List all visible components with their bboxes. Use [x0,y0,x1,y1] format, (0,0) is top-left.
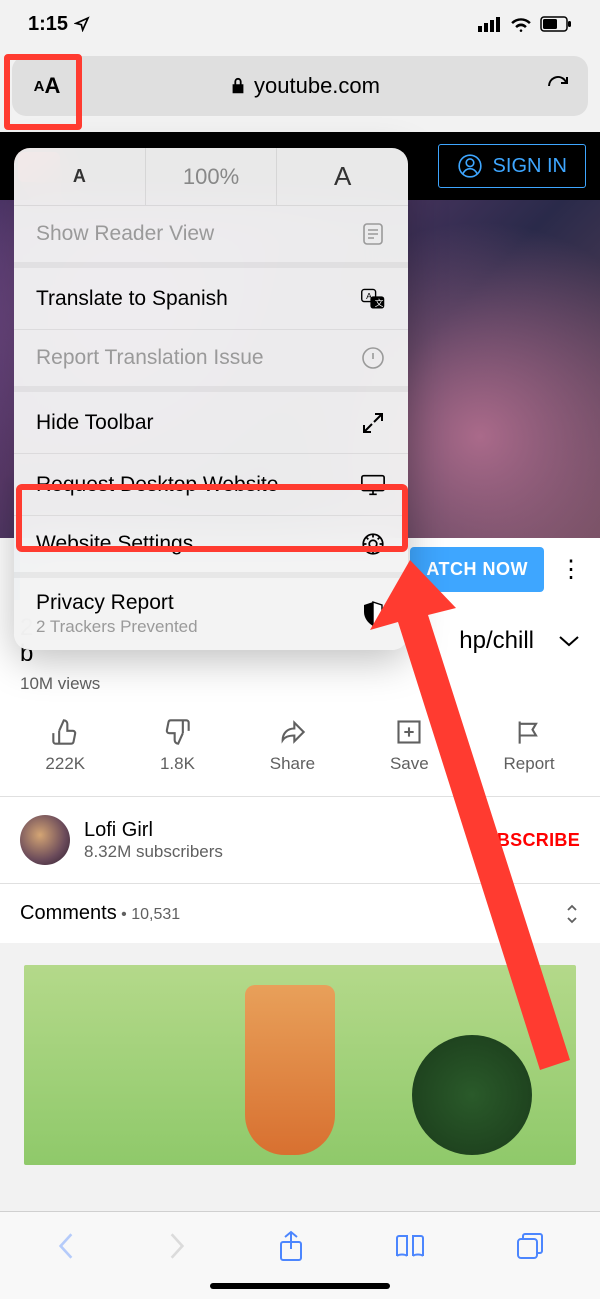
thumb-down-icon [163,718,191,746]
zoom-row: A 100% A [14,148,408,206]
menu-privacy-report[interactable]: Privacy Report 2 Trackers Prevented [14,578,408,650]
channel-name: Lofi Girl [84,819,223,842]
shield-icon [360,601,386,627]
tabs-button[interactable] [515,1231,545,1261]
dislike-button[interactable]: 1.8K [160,718,195,774]
share-button-toolbar[interactable] [278,1230,304,1262]
url-domain[interactable]: youtube.com [82,73,528,99]
report-button[interactable]: Report [504,718,555,774]
save-icon [395,718,423,746]
reload-button[interactable] [528,74,588,98]
menu-translate[interactable]: Translate to Spanish A文 [14,268,408,330]
sign-in-button[interactable]: SIGN IN [438,144,586,188]
expand-icon [360,410,386,436]
page-settings-popup: A 100% A Show Reader View Translate to S… [14,148,408,650]
flag-icon [515,718,543,746]
url-bar[interactable]: AA youtube.com [12,56,588,116]
lock-icon [230,77,246,95]
signal-icon [478,16,502,32]
forward-button [166,1231,188,1261]
menu-report-translation: Report Translation Issue [14,330,408,392]
translate-icon: A文 [360,286,386,312]
back-button[interactable] [55,1231,77,1261]
svg-text:文: 文 [375,296,384,307]
annotation-highlight-desktop [16,484,408,552]
location-icon [74,16,90,32]
watch-now-button[interactable]: ATCH NOW [410,547,544,592]
comments-label: Comments [20,902,117,924]
bookmarks-button[interactable] [394,1232,426,1260]
reload-icon [546,74,570,98]
battery-icon [540,16,572,32]
video-views: 10M views [20,674,580,694]
channel-row[interactable]: Lofi Girl 8.32M subscribers SUBSCRIBE [0,797,600,884]
zoom-percent[interactable]: 100% [146,148,278,205]
zoom-increase[interactable]: A [277,148,408,205]
zoom-decrease[interactable]: A [14,148,146,205]
reader-icon [360,221,386,247]
video-actions: 222K 1.8K Share Save Report [0,698,600,797]
avatar[interactable] [20,815,70,865]
thumb-up-icon [51,718,79,746]
home-indicator[interactable] [210,1283,390,1289]
chevron-down-icon[interactable] [558,634,580,648]
menu-reader-view: Show Reader View [14,206,408,268]
wifi-icon [510,16,532,32]
warning-circle-icon [360,345,386,371]
subscribe-button[interactable]: SUBSCRIBE [471,830,580,851]
channel-subscribers: 8.32M subscribers [84,842,223,862]
comments-count: 10,531 [131,906,180,923]
menu-hide-toolbar[interactable]: Hide Toolbar [14,392,408,454]
share-arrow-icon [278,718,306,746]
status-bar: 1:15 [0,0,600,48]
share-button[interactable]: Share [270,718,315,774]
person-icon [457,153,483,179]
annotation-highlight-aa [4,54,82,130]
more-options-icon[interactable]: ⋮ [556,555,586,584]
status-time: 1:15 [28,13,68,36]
expand-collapse-icon[interactable] [564,903,580,925]
save-button[interactable]: Save [390,718,429,774]
next-video-thumbnail[interactable] [24,965,576,1165]
like-button[interactable]: 222K [45,718,85,774]
comments-row[interactable]: Comments • 10,531 [0,884,600,943]
